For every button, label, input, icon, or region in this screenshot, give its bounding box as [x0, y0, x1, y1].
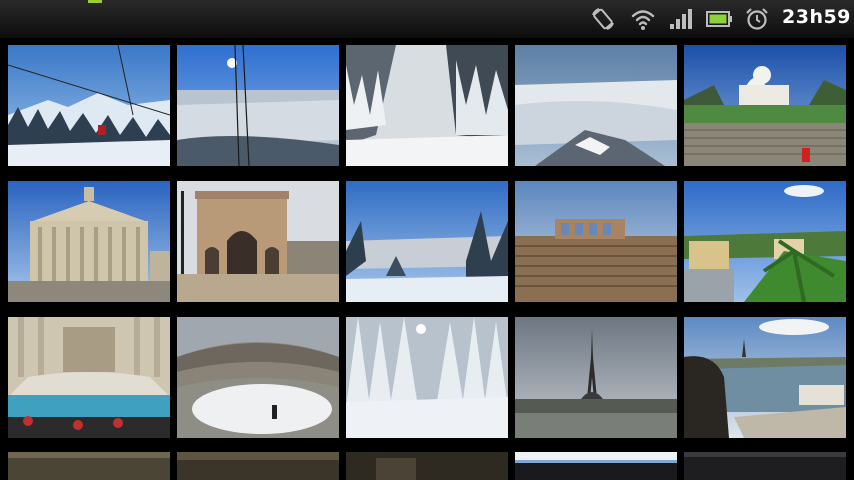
photo-hillside-villas-palm[interactable] — [684, 181, 846, 302]
status-clock: 23h59 — [782, 6, 851, 28]
screen-rotation-icon — [592, 8, 614, 30]
photo-snowy-mountain-cable-car[interactable] — [8, 45, 170, 166]
photo-snowy-arena-interior[interactable] — [177, 317, 339, 438]
photo-trevi-fountain[interactable] — [8, 317, 170, 438]
photo-verona-arena[interactable] — [515, 181, 677, 302]
photo-mountain-above-clouds[interactable] — [515, 45, 677, 166]
photo-eiffel-tower[interactable] — [515, 317, 677, 438]
photo-partial-row-4[interactable] — [515, 452, 677, 480]
photo-partial-row-3[interactable] — [346, 452, 508, 480]
wifi-icon — [631, 10, 655, 30]
photo-seine-river-eiffel[interactable] — [684, 317, 846, 438]
notification-indicator — [88, 0, 102, 3]
alarm-clock-icon — [746, 8, 768, 30]
status-bar: 23h59 — [0, 0, 854, 38]
signal-strength-icon — [670, 9, 692, 29]
photo-partial-row-5[interactable] — [684, 452, 846, 480]
photo-snowy-forest-slope[interactable] — [346, 45, 508, 166]
photo-arc-du-carrousel[interactable] — [177, 181, 339, 302]
photo-snowy-valley-view[interactable] — [346, 181, 508, 302]
photo-partial-row-2[interactable] — [177, 452, 339, 480]
photo-snow-covered-fir-forest[interactable] — [346, 317, 508, 438]
photo-cable-car-view-valley[interactable] — [177, 45, 339, 166]
photo-sacre-coeur-basilica[interactable] — [684, 45, 846, 166]
photo-partial-row-1[interactable] — [8, 452, 170, 480]
photo-pantheon-paris[interactable] — [8, 181, 170, 302]
photo-grid[interactable] — [0, 38, 854, 480]
battery-icon — [706, 11, 732, 27]
